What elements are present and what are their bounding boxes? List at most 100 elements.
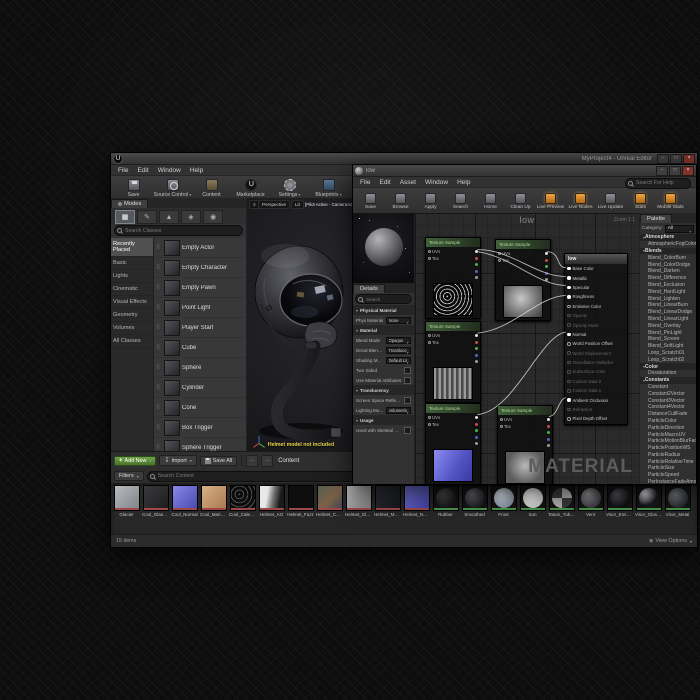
details-search-input[interactable]: Search <box>355 294 412 304</box>
placeable-item[interactable]: Empty Actor <box>154 238 246 258</box>
palette-item[interactable]: Constant3Vector <box>640 397 696 404</box>
palette-item[interactable]: Blend_SoftLight <box>640 343 696 350</box>
property-dropdown[interactable]: Default Lit <box>386 356 411 364</box>
asset-tile[interactable]: Tatum_Tubes(M <box>548 485 575 532</box>
output-pin-rgb[interactable] <box>545 252 548 255</box>
output-pin-rgb[interactable] <box>475 250 478 253</box>
toolbar-button[interactable]: Settings <box>271 178 308 198</box>
input-pin[interactable] <box>428 257 431 260</box>
mode-button[interactable]: ▦ <box>115 210 135 224</box>
add-new-button[interactable]: Add New <box>114 455 157 466</box>
perspective-button[interactable]: Perspective <box>258 200 291 209</box>
asset-tile[interactable]: Helmet_Fuzz <box>287 485 314 532</box>
palette-item[interactable]: Constant <box>640 384 696 391</box>
palette-item[interactable]: Constant4Vector <box>640 404 696 411</box>
palette-item[interactable]: Blend_LinearLight <box>640 316 696 323</box>
asset-tile[interactable]: Rubber <box>432 485 459 532</box>
details-row[interactable]: Screen Space Reflections <box>353 395 414 405</box>
toolbar-button[interactable]: Browse <box>386 192 415 210</box>
output-pin-r[interactable] <box>545 258 548 262</box>
palette-item[interactable]: Blend_HardLight <box>640 288 696 295</box>
maximize-button[interactable]: □ <box>669 165 681 176</box>
import-button[interactable]: Import <box>159 455 197 466</box>
palette-item[interactable]: ParticleSpeed <box>640 472 696 479</box>
output-pin-g[interactable] <box>475 263 478 266</box>
asset-tile[interactable]: Helmet_Metal <box>374 485 401 532</box>
palette-item[interactable]: Atmosphere <box>640 234 696 241</box>
output-pin-b[interactable] <box>547 437 550 441</box>
texture-sample-node[interactable]: Texture Sample UVs Tex <box>425 403 481 484</box>
asset-tile[interactable]: Frost <box>490 485 517 532</box>
modes-category[interactable]: Recently Placed <box>111 238 153 257</box>
palette-item[interactable]: Blend_ColorBurn <box>640 254 696 261</box>
toolbar-button[interactable]: Search <box>446 192 475 210</box>
material-pin[interactable]: Custom Data 1 <box>565 386 627 395</box>
asset-tile[interactable]: Glacier <box>113 485 140 532</box>
palette-item[interactable]: ParticleDirection <box>640 424 696 431</box>
material-pin[interactable]: Emissive Color <box>565 302 627 311</box>
property-dropdown[interactable]: None <box>386 316 411 324</box>
input-pin[interactable] <box>428 341 431 344</box>
modes-category[interactable]: Lights <box>111 270 153 283</box>
menu-item[interactable]: File <box>356 179 374 186</box>
details-row[interactable]: Lighting Mode Volumetric <box>353 405 414 415</box>
palette-item[interactable]: Blend_Difference <box>640 275 696 282</box>
minimize-button[interactable]: − <box>656 165 668 176</box>
output-pin-rgb[interactable] <box>547 418 550 421</box>
asset-tile[interactable]: Cool_Calendar <box>229 485 256 532</box>
material-pin[interactable]: Opacity <box>565 311 627 320</box>
material-pin[interactable]: Base Color <box>565 264 627 273</box>
palette-item[interactable]: ParticleRelativeTime <box>640 458 696 465</box>
toolbar-button[interactable]: Clean Up <box>506 192 535 210</box>
toolbar-button[interactable]: Home <box>476 192 505 210</box>
palette-item[interactable]: ParticleRadius <box>640 452 696 459</box>
save-all-button[interactable]: Save All <box>199 455 238 466</box>
toolbar-button[interactable]: Content <box>193 178 230 198</box>
close-button[interactable]: × <box>683 153 695 164</box>
category-dropdown[interactable]: All <box>664 224 694 233</box>
material-pin[interactable]: Roughness <box>565 292 627 301</box>
property-checkbox[interactable] <box>404 426 411 434</box>
toolbar-button[interactable]: Stats <box>626 192 655 210</box>
details-row[interactable]: Usage <box>353 415 414 425</box>
palette-item[interactable]: Constants <box>640 376 696 384</box>
palette-item[interactable]: Blends <box>640 247 696 255</box>
placeable-item[interactable]: Sphere <box>154 358 246 378</box>
modes-category[interactable]: Basic <box>111 257 153 270</box>
toolbar-button[interactable]: Live Preview <box>536 192 565 210</box>
modes-category[interactable]: Visual Effects <box>111 296 153 309</box>
material-pin[interactable]: Custom Data 0 <box>565 377 627 386</box>
toolbar-button[interactable]: Live Nodes <box>566 192 595 210</box>
forward-button[interactable] <box>261 454 274 467</box>
texture-sample-node[interactable]: Texture Sample UVs Tex <box>425 237 481 319</box>
modes-category[interactable]: All Classes <box>111 335 153 348</box>
menu-item[interactable]: Asset <box>396 179 420 186</box>
toolbar-button[interactable]: Save <box>356 192 385 210</box>
output-pin-a[interactable] <box>547 444 550 447</box>
output-pin-g[interactable] <box>475 429 478 432</box>
placeable-item[interactable]: Player Start <box>154 318 246 338</box>
output-pin-b[interactable] <box>475 353 478 357</box>
asset-tile[interactable]: Helmet_Normal <box>403 485 430 532</box>
placeable-item[interactable]: Empty Pawn <box>154 278 246 298</box>
output-pin-b[interactable] <box>545 271 548 275</box>
mode-button[interactable]: ◉ <box>203 210 223 224</box>
palette-item[interactable]: ParticlePositionWS <box>640 445 696 452</box>
asset-tile[interactable]: Cool_Marines_UE <box>200 485 227 532</box>
palette-item[interactable]: Blend_PinLight <box>640 329 696 336</box>
details-row[interactable]: Decal Blend Mode Translucent <box>353 345 414 355</box>
material-pin[interactable]: Tessellation Multiplier <box>565 358 627 367</box>
toolbar-button[interactable]: Save <box>115 178 152 198</box>
material-pin[interactable]: Pixel Depth Offset <box>565 414 627 423</box>
mode-button[interactable]: ✎ <box>137 210 157 224</box>
material-pin[interactable]: Opacity Mask <box>565 320 627 329</box>
output-pin-g[interactable] <box>547 431 550 434</box>
toolbar-button[interactable]: Mobile Stats <box>656 192 685 210</box>
asset-tile[interactable]: Visor_Gloss_UE <box>635 485 662 532</box>
maximize-button[interactable]: □ <box>670 153 682 164</box>
details-row[interactable]: Shading Model Default Lit <box>353 355 414 365</box>
palette-item[interactable]: ParticleMacroUV <box>640 431 696 438</box>
palette-item[interactable]: Blend_Darken <box>640 268 696 275</box>
output-pin-g[interactable] <box>545 265 548 268</box>
output-pin-rgb[interactable] <box>475 334 478 337</box>
